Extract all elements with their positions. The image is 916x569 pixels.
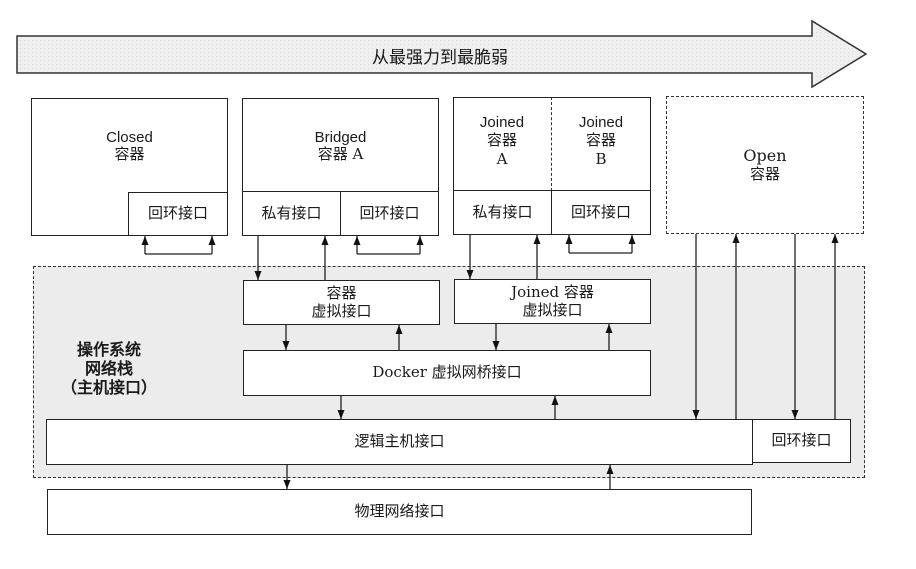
joined-a-title: Joined xyxy=(479,114,525,131)
joined-a-letter: A xyxy=(496,150,508,168)
joined-veth-line2: 虚拟接口 xyxy=(522,300,583,319)
physical-network-label: 物理网络接口 xyxy=(354,502,445,521)
arrow-up-icon xyxy=(533,235,541,244)
host-label-line3: （主机接口） xyxy=(60,378,157,398)
logical-host-interface: 逻辑主机接口 xyxy=(46,419,753,465)
joined-a-private-label: 私有接口 xyxy=(472,202,533,221)
bridged-container-subtitle: 容器 A xyxy=(317,145,364,164)
closed-loopback-label: 回环接口 xyxy=(147,204,208,223)
bridged-container-title: Bridged xyxy=(314,129,367,146)
closed-container-title: Closed xyxy=(106,129,153,146)
strength-arrow-label: 从最强力到最脆弱 xyxy=(372,48,508,68)
host-loopback-interface: 回环接口 xyxy=(752,419,851,463)
closed-loopback-interface: 回环接口 xyxy=(128,192,228,236)
joined-a-private-interface: 私有接口 xyxy=(453,190,552,235)
arrow-up-icon xyxy=(321,236,329,245)
arrow-down-icon xyxy=(283,480,291,489)
container-virtual-interface: 容器 虚拟接口 xyxy=(243,280,440,325)
arrow-up-icon xyxy=(565,235,573,244)
open-container: Open 容器 xyxy=(666,96,864,234)
arrow-up-icon xyxy=(416,236,424,245)
joined-b-loopback-interface: 回环接口 xyxy=(551,190,651,235)
physical-network-interface: 物理网络接口 xyxy=(47,489,752,535)
closed-container-subtitle: 容器 xyxy=(114,145,145,164)
docker-bridge-interface: Docker 虚拟网桥接口 xyxy=(243,350,651,396)
arrow-up-icon xyxy=(732,234,740,243)
host-label-line2: 网络栈 xyxy=(84,359,133,379)
bridged-private-label: 私有接口 xyxy=(261,203,322,222)
joined-a-container: Joined 容器 A xyxy=(453,114,551,168)
host-loopback-label: 回环接口 xyxy=(771,431,832,450)
bridged-loopback-label: 回环接口 xyxy=(359,203,420,222)
container-veth-line2: 虚拟接口 xyxy=(311,301,372,320)
arrow-up-icon xyxy=(831,234,839,243)
joined-b-loopback-label: 回环接口 xyxy=(570,202,631,221)
container-veth-line1: 容器 xyxy=(326,284,357,303)
docker-bridge-label: Docker 虚拟网桥接口 xyxy=(372,363,522,382)
bridged-private-interface: 私有接口 xyxy=(242,191,341,236)
bridged-loopback-interface: 回环接口 xyxy=(340,191,439,236)
arrow-up-icon xyxy=(353,236,361,245)
joined-veth-line1: Joined 容器 xyxy=(511,283,594,302)
arrow-up-icon xyxy=(141,236,149,245)
open-container-title: Open xyxy=(743,146,787,166)
arrow-up-icon xyxy=(208,236,216,245)
open-container-subtitle: 容器 xyxy=(749,164,780,183)
logical-host-label: 逻辑主机接口 xyxy=(354,432,445,451)
joined-b-letter: B xyxy=(595,150,607,168)
arrow-up-icon xyxy=(628,235,636,244)
joined-a-subtitle: 容器 xyxy=(486,130,517,149)
joined-b-container: Joined 容器 B xyxy=(551,114,651,168)
joined-b-title: Joined xyxy=(578,114,624,131)
joined-b-subtitle: 容器 xyxy=(585,130,616,149)
joined-virtual-interface: Joined 容器 虚拟接口 xyxy=(454,279,651,324)
host-network-stack-label: 操作系统 网络栈 （主机接口） xyxy=(44,340,174,398)
host-label-line1: 操作系统 xyxy=(76,340,141,359)
